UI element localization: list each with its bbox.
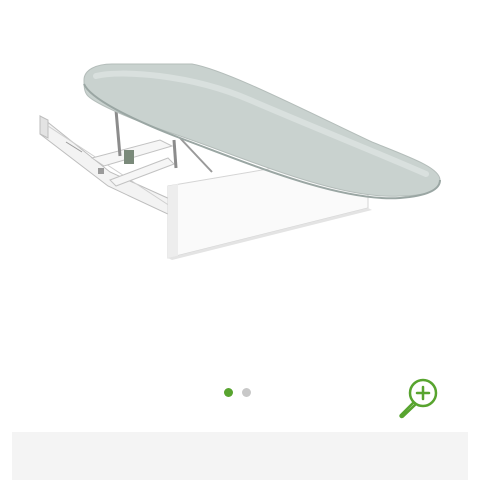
zoom-button[interactable] — [396, 374, 442, 420]
carousel-dot-active[interactable] — [224, 388, 233, 397]
product-gallery — [0, 0, 480, 480]
bottom-panel — [12, 432, 468, 480]
zoom-in-icon — [399, 378, 438, 419]
ironing-board-image — [39, 63, 441, 260]
carousel-pagination — [224, 388, 251, 397]
carousel-dot[interactable] — [242, 388, 251, 397]
